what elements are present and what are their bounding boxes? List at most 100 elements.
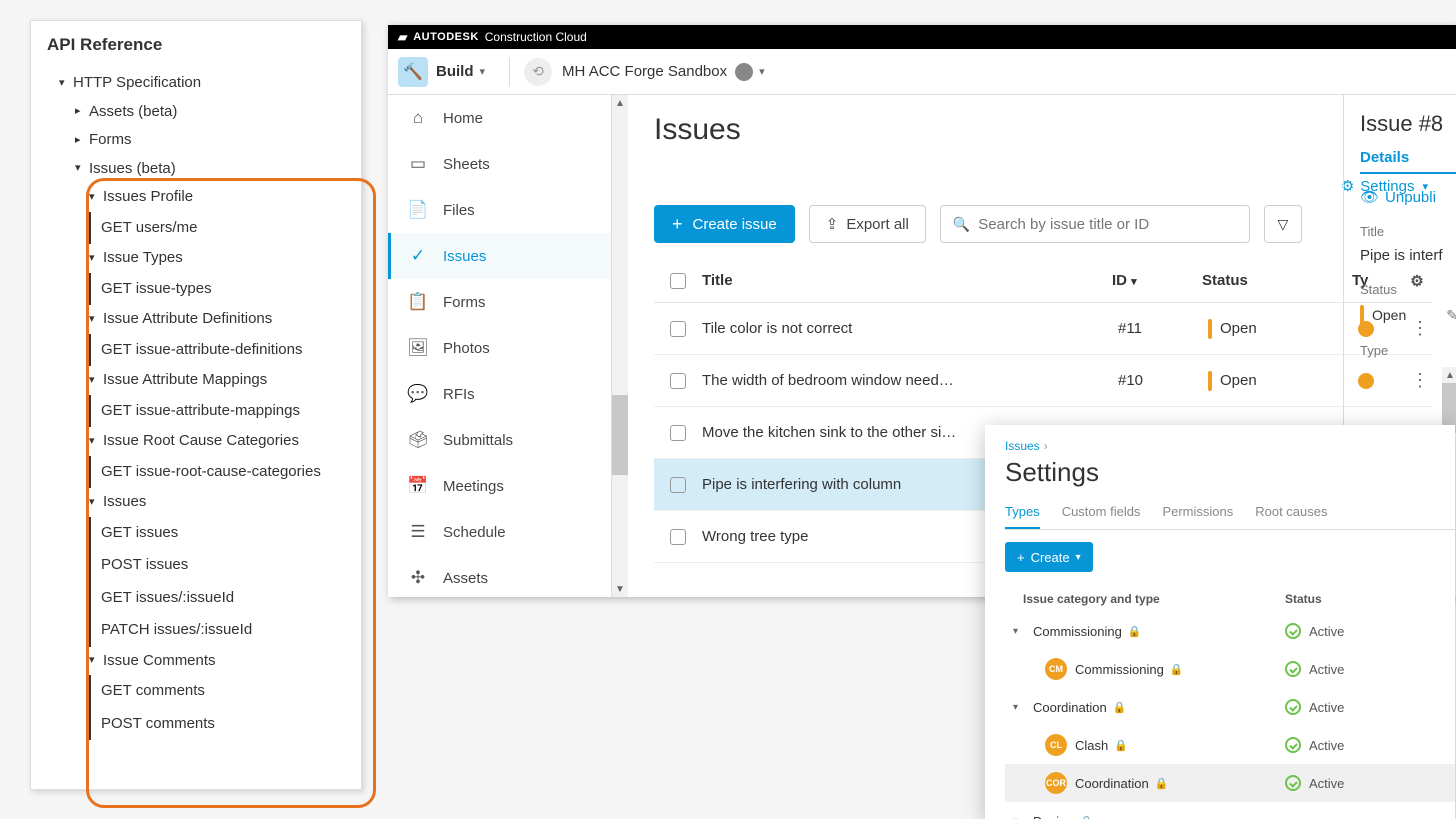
tree-item-issues-beta[interactable]: ▾Issues (beta)	[47, 155, 353, 184]
breadcrumb[interactable]: Issues›	[1005, 439, 1455, 453]
build-dropdown[interactable]: 🔨 Build ▾	[398, 57, 485, 87]
col-id[interactable]: ID ▾	[1112, 272, 1202, 289]
build-label: Build	[436, 63, 474, 80]
tree-item-http-spec[interactable]: ▾HTTP Specification	[47, 69, 353, 98]
create-button[interactable]: +Create▾	[1005, 542, 1093, 572]
nav-forms[interactable]: 📋Forms	[388, 279, 611, 325]
search-input-wrapper[interactable]: 🔍	[940, 205, 1250, 243]
title-label: Title	[1360, 224, 1456, 239]
home-icon: ⌂	[407, 108, 429, 128]
nav-issues[interactable]: ✓Issues	[388, 233, 611, 279]
edit-icon[interactable]: ✎	[1446, 307, 1456, 324]
scroll-up-icon[interactable]: ▲	[612, 95, 628, 111]
status-active: Active	[1285, 623, 1344, 639]
chevron-down-icon[interactable]: ▾	[1013, 626, 1029, 637]
export-all-button[interactable]: ⇪Export all	[809, 205, 926, 243]
unpublished-badge: 👁Unpubli	[1360, 188, 1456, 206]
fan-icon: ✣	[407, 568, 429, 588]
tree-item-get-issue-root-cause[interactable]: GET issue-root-cause-categories	[47, 456, 353, 489]
search-input[interactable]	[978, 216, 1237, 233]
row-checkbox[interactable]	[670, 529, 686, 545]
app-topbar: ▰ AUTODESK Construction Cloud	[388, 25, 1456, 49]
tab-root-causes[interactable]: Root causes	[1255, 504, 1327, 529]
status-label: Status	[1360, 282, 1456, 297]
tree-item-post-issues[interactable]: POST issues	[47, 549, 353, 582]
tree-item-get-issue-attr-def[interactable]: GET issue-attribute-definitions	[47, 334, 353, 367]
scroll-down-icon[interactable]: ▼	[612, 581, 628, 597]
check-circle-icon	[1285, 775, 1301, 791]
category-row[interactable]: ▾Design🔒	[1005, 802, 1455, 819]
tree-item-patch-issue-id[interactable]: PATCH issues/:issueId	[47, 614, 353, 647]
detail-tab-details[interactable]: Details	[1360, 149, 1456, 174]
row-checkbox[interactable]	[670, 321, 686, 337]
tree-item-issue-attr-map[interactable]: ▾Issue Attribute Mappings	[47, 366, 353, 395]
lock-icon: 🔒	[1128, 625, 1142, 638]
tree-item-issue-attr-def[interactable]: ▾Issue Attribute Definitions	[47, 305, 353, 334]
table-row[interactable]: Tile color is not correct #11 Open ⋮	[654, 303, 1432, 355]
chevron-down-icon[interactable]: ▾	[759, 65, 765, 78]
eye-off-icon: 👁	[1360, 188, 1379, 206]
sidenav-scrollbar[interactable]: ▲ ▼	[612, 95, 628, 597]
nav-assets[interactable]: ✣Assets	[388, 555, 611, 597]
tab-permissions[interactable]: Permissions	[1162, 504, 1233, 529]
tree-item-forms[interactable]: ▸Forms	[47, 126, 353, 155]
chevron-down-icon[interactable]: ▾	[1013, 702, 1029, 713]
col-status[interactable]: Status	[1202, 272, 1352, 289]
col-title[interactable]: Title	[702, 272, 1112, 289]
tree-item-get-issue-attr-map[interactable]: GET issue-attribute-mappings	[47, 395, 353, 428]
row-checkbox[interactable]	[670, 373, 686, 389]
tree-item-get-comments[interactable]: GET comments	[47, 675, 353, 708]
filter-icon: ▽	[1277, 216, 1288, 233]
nav-sheets[interactable]: ▭Sheets	[388, 141, 611, 187]
nav-photos[interactable]: 🖼Photos	[388, 325, 611, 371]
back-button[interactable]: ⟲	[524, 58, 552, 86]
nav-meetings[interactable]: 📅Meetings	[388, 463, 611, 509]
row-title: The width of bedroom window need…	[702, 372, 1118, 389]
settings-tabs: Types Custom fields Permissions Root cau…	[1005, 504, 1455, 530]
table-row[interactable]: The width of bedroom window need… #10 Op…	[654, 355, 1432, 407]
tree-item-get-issue-id[interactable]: GET issues/:issueId	[47, 582, 353, 615]
type-row[interactable]: CMCommissioning🔒 Active	[1005, 650, 1455, 688]
nav-files[interactable]: 📄Files	[388, 187, 611, 233]
tree-item-issues-profile[interactable]: ▾Issues Profile	[47, 183, 353, 212]
tree-item-issue-root-cause[interactable]: ▾Issue Root Cause Categories	[47, 427, 353, 456]
tree-item-issue-types[interactable]: ▾Issue Types	[47, 244, 353, 273]
check-circle-icon	[1285, 737, 1301, 753]
chevron-down-icon: ▾	[1131, 276, 1137, 288]
row-checkbox[interactable]	[670, 425, 686, 441]
check-circle-icon	[1285, 623, 1301, 639]
row-title: Tile color is not correct	[702, 320, 1118, 337]
tree-item-assets-beta[interactable]: ▸Assets (beta)	[47, 98, 353, 127]
toolbar: +Create issue ⇪Export all 🔍 ▽	[654, 205, 1432, 243]
tree-item-post-comments[interactable]: POST comments	[47, 708, 353, 741]
category-row[interactable]: ▾Commissioning🔒 Active	[1005, 612, 1455, 650]
chevron-down-icon[interactable]: ▾	[1013, 816, 1029, 819]
api-reference-title: API Reference	[47, 35, 353, 55]
tree-item-issues[interactable]: ▾Issues	[47, 488, 353, 517]
scroll-thumb[interactable]	[612, 395, 628, 475]
nav-rfis[interactable]: 💬RFIs	[388, 371, 611, 417]
project-name[interactable]: MH ACC Forge Sandbox	[562, 63, 727, 80]
type-row[interactable]: CORCoordination🔒 Active	[1005, 764, 1455, 802]
schedule-icon: ☰	[407, 522, 429, 542]
tab-types[interactable]: Types	[1005, 504, 1040, 529]
export-icon: ⇪	[826, 215, 839, 233]
sidenav: ⌂Home ▭Sheets 📄Files ✓Issues 📋Forms 🖼Pho…	[388, 95, 612, 597]
filter-button[interactable]: ▽	[1264, 205, 1302, 243]
nav-home[interactable]: ⌂Home	[388, 95, 611, 141]
tab-custom-fields[interactable]: Custom fields	[1062, 504, 1141, 529]
tree-item-issue-comments[interactable]: ▾Issue Comments	[47, 647, 353, 676]
tree-item-get-users-me[interactable]: GET users/me	[47, 212, 353, 245]
sheets-icon: ▭	[407, 154, 429, 174]
category-row[interactable]: ▾Coordination🔒 Active	[1005, 688, 1455, 726]
create-issue-button[interactable]: +Create issue	[654, 205, 795, 243]
status-value[interactable]: Open✎	[1360, 305, 1456, 325]
check-circle-icon	[1285, 661, 1301, 677]
nav-submittals[interactable]: 🗳Submittals	[388, 417, 611, 463]
tree-item-get-issue-types[interactable]: GET issue-types	[47, 273, 353, 306]
select-all-checkbox[interactable]	[670, 273, 686, 289]
tree-item-get-issues[interactable]: GET issues	[47, 517, 353, 550]
row-checkbox[interactable]	[670, 477, 686, 493]
nav-schedule[interactable]: ☰Schedule	[388, 509, 611, 555]
type-row[interactable]: CLClash🔒 Active	[1005, 726, 1455, 764]
